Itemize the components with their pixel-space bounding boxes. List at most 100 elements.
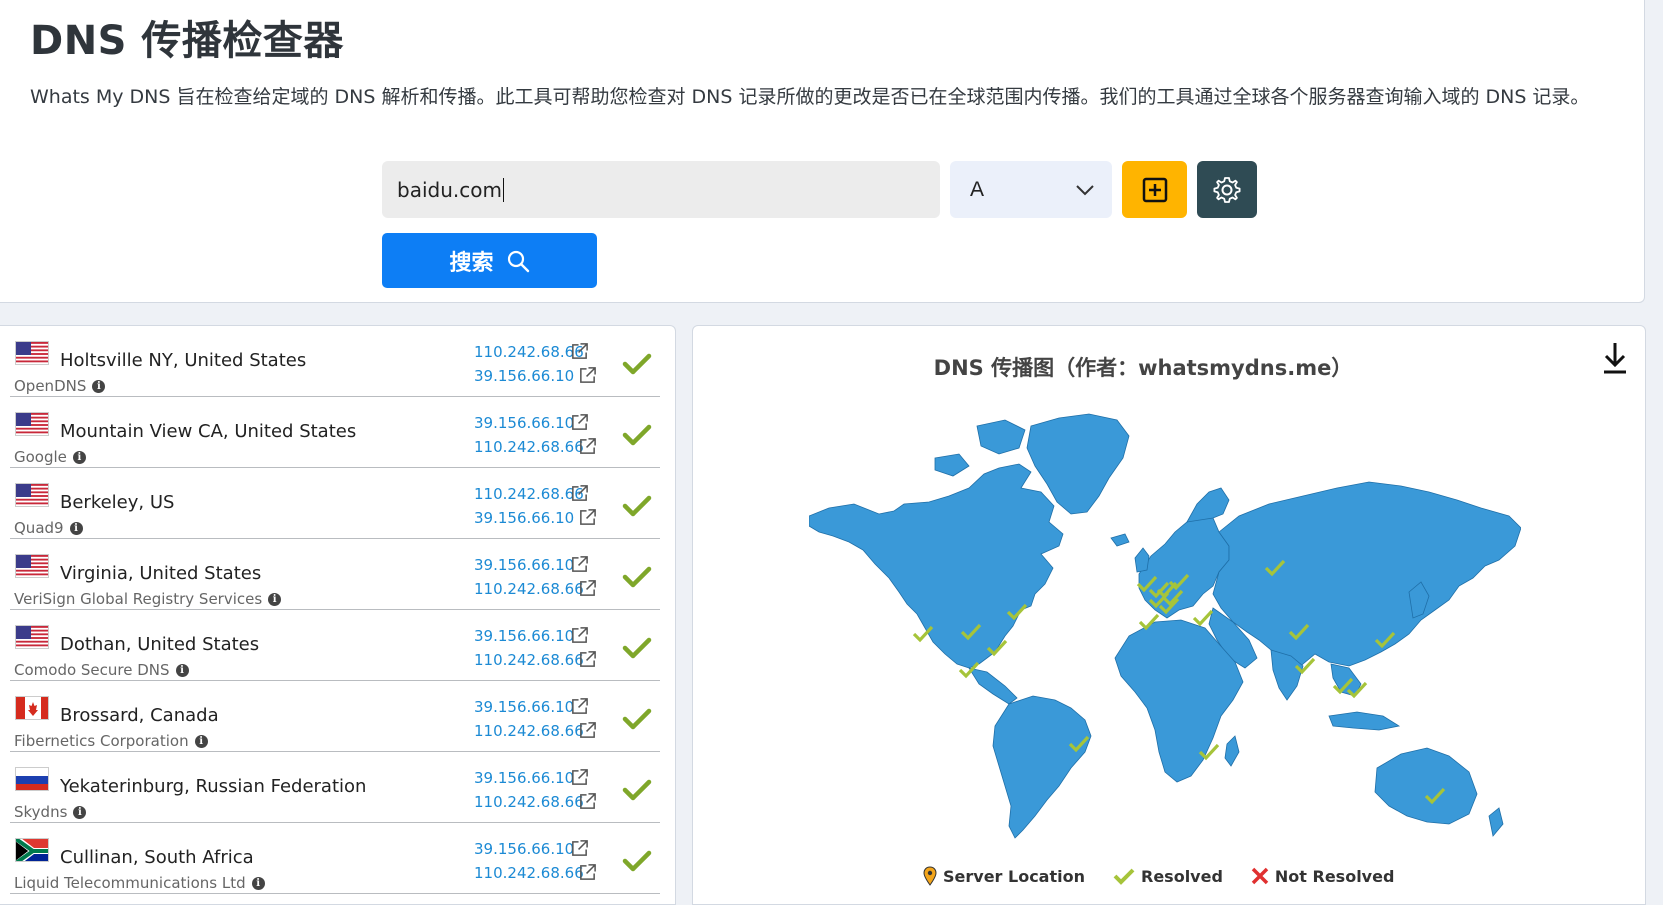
result-row: Brossard, Canada Fibernetics Corporation i…: [10, 681, 660, 752]
result-ip-link[interactable]: 110.242.68.66: [474, 793, 584, 811]
result-location: Dothan, United States: [60, 634, 260, 655]
result-provider: Comodo Secure DNS i: [14, 661, 189, 679]
info-icon[interactable]: i: [251, 876, 265, 890]
chevron-down-icon: [1076, 184, 1094, 195]
result-ip-link[interactable]: 110.242.68.66: [474, 864, 584, 882]
add-record-type-button[interactable]: [1122, 161, 1187, 218]
external-link-icon[interactable]: [570, 484, 589, 503]
result-ip-link[interactable]: 110.242.68.66: [474, 485, 584, 503]
result-provider-name: Comodo Secure DNS: [14, 661, 170, 679]
external-link-icon[interactable]: [570, 342, 589, 361]
result-row: Dothan, United States Comodo Secure DNS i 3…: [10, 610, 660, 681]
resolved-check-icon: [622, 778, 652, 802]
record-type-value: A: [970, 177, 985, 201]
result-ip-link[interactable]: 39.156.66.10: [474, 627, 574, 645]
result-row: Berkeley, US Quad9 i 110.242.68.66 39.156.66…: [10, 468, 660, 539]
info-icon[interactable]: i: [175, 663, 189, 677]
search-card: DNS 传播检查器 Whats My DNS 旨在检查给定域的 DNS 解析和传…: [0, 0, 1645, 303]
external-link-icon[interactable]: [578, 721, 597, 740]
check-icon: [1113, 868, 1135, 885]
result-ip-link[interactable]: 39.156.66.10: [474, 769, 574, 787]
info-icon[interactable]: i: [73, 805, 87, 819]
result-ip-link[interactable]: 110.242.68.66: [474, 580, 584, 598]
external-link-icon[interactable]: [570, 768, 589, 787]
external-link-icon[interactable]: [570, 697, 589, 716]
resolved-check-icon: [622, 352, 652, 376]
result-location: Holtsville NY, United States: [60, 350, 307, 371]
record-type-select[interactable]: A: [950, 161, 1112, 218]
result-row: Cullinan, South Africa Liquid Telecommuni…: [10, 823, 660, 894]
download-icon[interactable]: [1601, 341, 1629, 375]
flag-za-icon: [15, 838, 49, 862]
cross-icon: [1251, 867, 1269, 885]
search-icon: [507, 250, 529, 272]
result-provider: Skydns i: [14, 803, 87, 821]
result-provider: OpenDNS i: [14, 377, 106, 395]
external-link-icon[interactable]: [578, 792, 597, 811]
result-ip-link[interactable]: 39.156.66.10: [474, 414, 574, 432]
result-provider-name: VeriSign Global Registry Services: [14, 590, 263, 608]
flag-us-icon: [15, 412, 49, 436]
legend-resolved: Resolved: [1113, 867, 1223, 886]
external-link-icon[interactable]: [578, 366, 597, 385]
result-ip-link[interactable]: 39.156.66.10: [474, 698, 574, 716]
result-ip-link[interactable]: 39.156.66.10: [474, 840, 574, 858]
external-link-icon[interactable]: [570, 839, 589, 858]
external-link-icon[interactable]: [570, 626, 589, 645]
result-location: Yekaterinburg, Russian Federation: [60, 776, 367, 797]
result-provider-name: Quad9: [14, 519, 64, 537]
result-ip-link[interactable]: 110.242.68.66: [474, 651, 584, 669]
resolved-check-icon: [622, 636, 652, 660]
resolved-check-icon: [622, 707, 652, 731]
gear-icon: [1213, 176, 1241, 203]
domain-input-value: baidu.com: [397, 177, 502, 202]
results-panel: Holtsville NY, United States OpenDNS i 110.…: [0, 325, 676, 905]
info-icon[interactable]: i: [194, 734, 208, 748]
flag-us-icon: [15, 625, 49, 649]
land-masses: [809, 413, 1521, 839]
legend-not-resolved: Not Resolved: [1251, 867, 1394, 886]
result-ip-link[interactable]: 39.156.66.10: [474, 367, 574, 385]
page-title: DNS 传播检查器: [30, 18, 344, 64]
result-ip-link[interactable]: 110.242.68.66: [474, 343, 584, 361]
search-button[interactable]: 搜索: [382, 233, 597, 288]
info-icon[interactable]: i: [268, 592, 282, 606]
search-button-label: 搜索: [449, 250, 494, 276]
resolved-check-icon: [622, 494, 652, 518]
settings-button[interactable]: [1197, 161, 1257, 218]
result-ip-link[interactable]: 39.156.66.10: [474, 509, 574, 527]
world-map: [809, 413, 1521, 839]
result-location: Brossard, Canada: [60, 705, 219, 726]
external-link-icon[interactable]: [578, 579, 597, 598]
result-provider-name: Google: [14, 448, 67, 466]
map-pin-icon: [923, 866, 937, 886]
resolved-check-icon: [622, 849, 652, 873]
resolved-check-icon: [622, 565, 652, 589]
info-icon[interactable]: i: [92, 379, 106, 393]
external-link-icon[interactable]: [578, 437, 597, 456]
flag-ca-icon: [15, 696, 49, 720]
legend-resolved-label: Resolved: [1141, 866, 1223, 886]
external-link-icon[interactable]: [578, 650, 597, 669]
result-row: Yekaterinburg, Russian Federation Skydns i…: [10, 752, 660, 823]
domain-input[interactable]: baidu.com: [382, 161, 940, 218]
external-link-icon[interactable]: [570, 413, 589, 432]
external-link-icon[interactable]: [578, 508, 597, 527]
result-location: Virginia, United States: [60, 563, 262, 584]
info-icon[interactable]: i: [72, 450, 86, 464]
result-ip-link[interactable]: 110.242.68.66: [474, 722, 584, 740]
info-icon[interactable]: i: [69, 521, 83, 535]
legend-server-location: Server Location: [923, 866, 1085, 886]
result-ip-link[interactable]: 39.156.66.10: [474, 556, 574, 574]
flag-us-icon: [15, 483, 49, 507]
legend-server-location-label: Server Location: [943, 866, 1085, 886]
result-provider-name: Fibernetics Corporation: [14, 732, 189, 750]
result-provider-name: OpenDNS: [14, 377, 87, 395]
plus-square-icon: [1142, 177, 1167, 202]
external-link-icon[interactable]: [578, 863, 597, 882]
external-link-icon[interactable]: [570, 555, 589, 574]
result-provider: Google i: [14, 448, 86, 466]
result-ip-link[interactable]: 110.242.68.66: [474, 438, 584, 456]
result-location: Berkeley, US: [60, 492, 175, 513]
result-provider-name: Skydns: [14, 803, 68, 821]
